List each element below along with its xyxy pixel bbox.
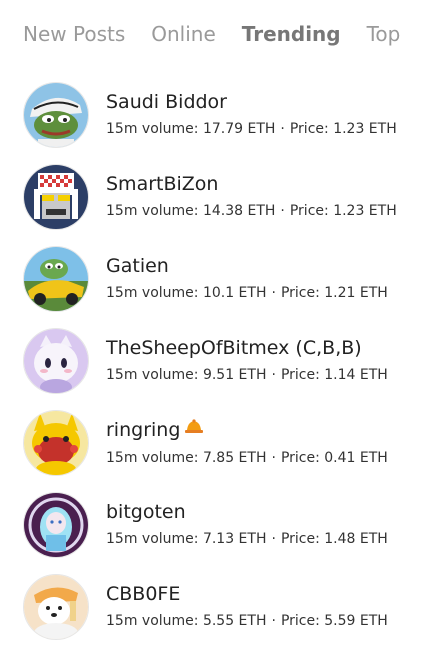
price-value: 1.48 ETH — [324, 531, 388, 547]
volume-value: 7.13 ETH — [202, 531, 267, 547]
trade-stats: 15m volume: 7.13 ETH · Price: 1.48 ETH — [106, 531, 388, 547]
username[interactable]: SmartBiZon — [106, 173, 397, 195]
list-item[interactable]: SmartBiZon 15m volume: 14.38 ETH · Price: … — [23, 164, 423, 246]
volume-value: 10.1 ETH — [202, 285, 267, 301]
volume-value: 5.55 ETH — [202, 613, 267, 629]
username[interactable]: Gatien — [106, 255, 388, 277]
stats-separator: · — [271, 285, 276, 301]
volume-value: 17.79 ETH — [202, 121, 276, 137]
polar-bear-avatar[interactable] — [23, 574, 89, 640]
volume-label: 15m volume: — [106, 531, 199, 547]
volume-value: 7.85 ETH — [202, 450, 267, 466]
stats-separator: · — [271, 531, 276, 547]
bell-icon — [183, 419, 205, 442]
username[interactable]: Saudi Biddor — [106, 91, 397, 113]
tab-online[interactable]: Online — [151, 22, 216, 46]
price-value: 1.23 ETH — [333, 203, 397, 219]
price-value: 1.21 ETH — [324, 285, 388, 301]
trade-stats: 15m volume: 14.38 ETH · Price: 1.23 ETH — [106, 203, 397, 219]
tab-new-posts[interactable]: New Posts — [23, 22, 125, 46]
trade-stats: 15m volume: 10.1 ETH · Price: 1.21 ETH — [106, 285, 388, 301]
feed-tabs: New Posts Online Trending Top — [23, 22, 426, 46]
trade-stats: 15m volume: 17.79 ETH · Price: 1.23 ETH — [106, 121, 397, 137]
username[interactable]: bitgoten — [106, 501, 388, 523]
frog-car-avatar[interactable] — [23, 246, 89, 312]
anime-girl-avatar[interactable] — [23, 492, 89, 558]
price-value: 5.59 ETH — [324, 613, 388, 629]
volume-value: 9.51 ETH — [202, 367, 267, 383]
stats-separator: · — [280, 203, 285, 219]
price-label: Price: — [280, 531, 320, 547]
tab-top[interactable]: Top — [367, 22, 401, 46]
price-label: Price: — [289, 203, 329, 219]
stats-separator: · — [280, 121, 285, 137]
list-item[interactable]: Gatien 15m volume: 10.1 ETH · Price: 1.21 … — [23, 246, 423, 328]
trade-stats: 15m volume: 7.85 ETH · Price: 0.41 ETH — [106, 450, 388, 466]
price-value: 0.41 ETH — [324, 450, 388, 466]
stats-separator: · — [271, 450, 276, 466]
username[interactable]: TheSheepOfBitmex (C,B,B) — [106, 337, 388, 359]
cat-mascot-avatar[interactable] — [23, 328, 89, 394]
list-item[interactable]: TheSheepOfBitmex (C,B,B) 15m volume: 9.5… — [23, 328, 423, 410]
list-item[interactable]: bitgoten 15m volume: 7.13 ETH · Price: 1.4… — [23, 492, 423, 574]
volume-label: 15m volume: — [106, 121, 199, 137]
stats-separator: · — [271, 613, 276, 629]
list-item[interactable]: ringring 15m volume: 7.85 ETH · Price: 0.4… — [23, 410, 423, 492]
pixel-headscarf-avatar[interactable] — [23, 164, 89, 230]
volume-label: 15m volume: — [106, 450, 199, 466]
price-label: Price: — [280, 367, 320, 383]
price-value: 1.23 ETH — [333, 121, 397, 137]
volume-label: 15m volume: — [106, 203, 199, 219]
trending-user-list: Saudi Biddor 15m volume: 17.79 ETH · Price… — [23, 82, 423, 656]
price-label: Price: — [289, 121, 329, 137]
price-value: 1.14 ETH — [324, 367, 388, 383]
volume-label: 15m volume: — [106, 367, 199, 383]
volume-value: 14.38 ETH — [202, 203, 276, 219]
pikachu-avatar[interactable] — [23, 410, 89, 476]
volume-label: 15m volume: — [106, 285, 199, 301]
price-label: Price: — [280, 450, 320, 466]
frog-headscarf-avatar[interactable] — [23, 82, 89, 148]
trade-stats: 15m volume: 9.51 ETH · Price: 1.14 ETH — [106, 367, 388, 383]
trade-stats: 15m volume: 5.55 ETH · Price: 5.59 ETH — [106, 613, 388, 629]
price-label: Price: — [280, 613, 320, 629]
volume-label: 15m volume: — [106, 613, 199, 629]
price-label: Price: — [280, 285, 320, 301]
list-item[interactable]: CBB0FE 15m volume: 5.55 ETH · Price: 5.59 … — [23, 574, 423, 656]
stats-separator: · — [271, 367, 276, 383]
username-text: ringring — [106, 419, 181, 441]
list-item[interactable]: Saudi Biddor 15m volume: 17.79 ETH · Price… — [23, 82, 423, 164]
username[interactable]: ringring — [106, 419, 388, 442]
tab-trending[interactable]: Trending — [242, 22, 341, 46]
username[interactable]: CBB0FE — [106, 583, 388, 605]
